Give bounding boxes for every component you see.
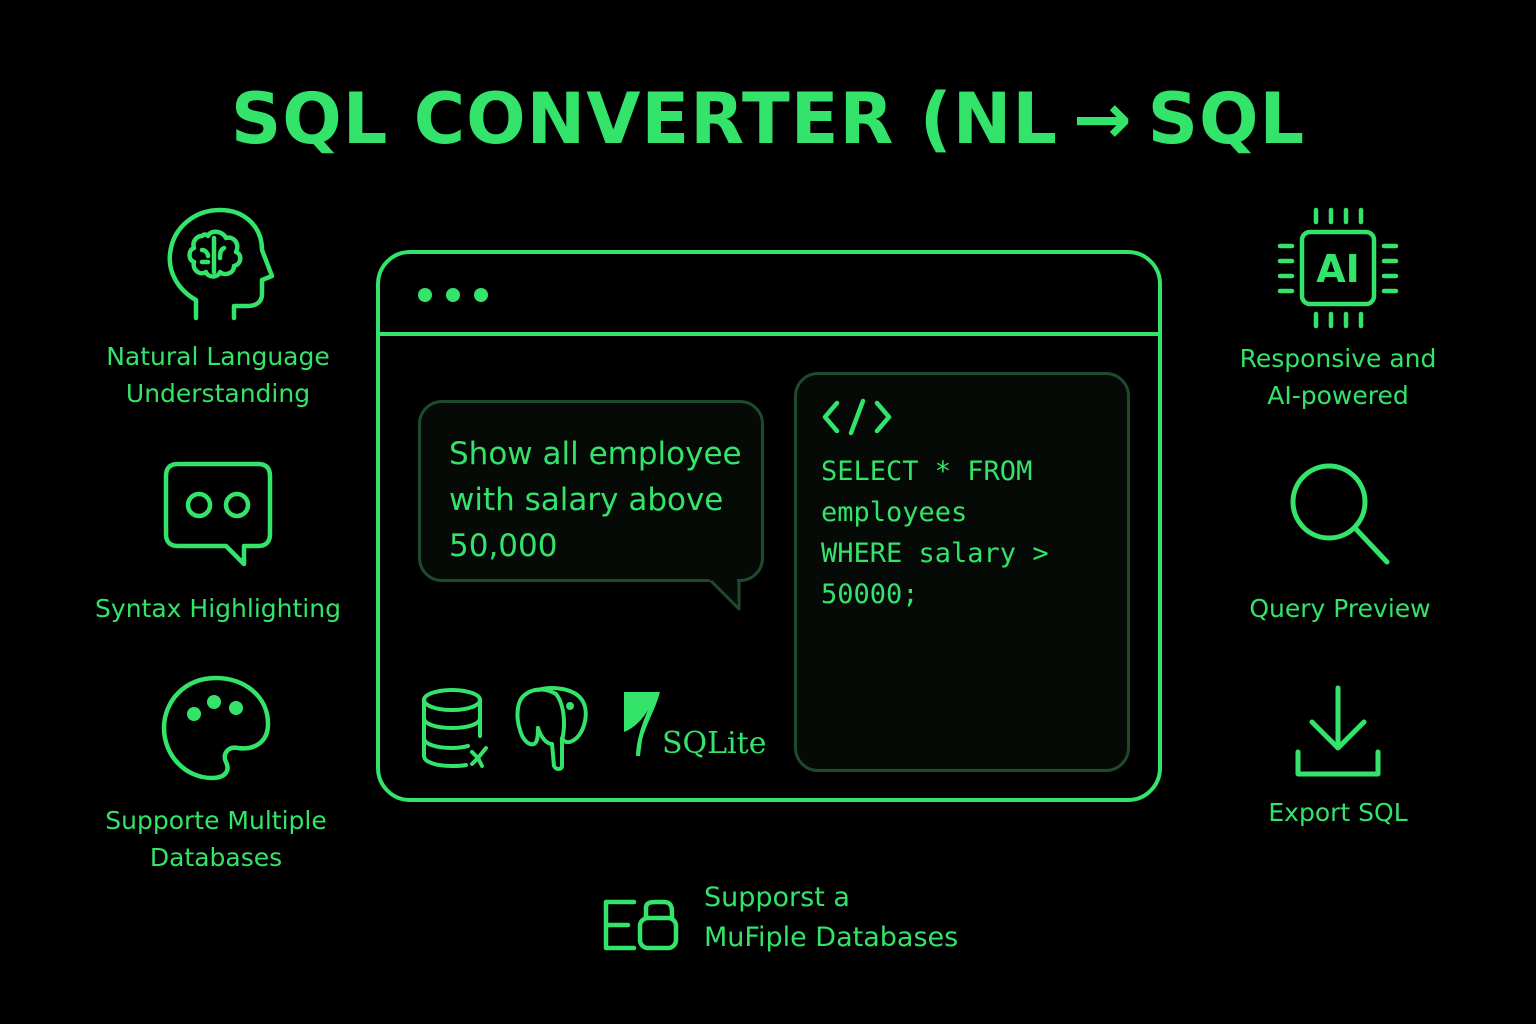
code-brackets-icon <box>822 398 892 436</box>
feature-multiple-databases: Supporte Multiple Databases <box>66 674 366 876</box>
window-dot <box>474 288 488 302</box>
magnifier-icon <box>1290 463 1390 565</box>
download-icon <box>1295 685 1381 777</box>
bubble-tail <box>709 579 741 611</box>
page: SQL CONVERTER (NL → SQL Natural Language… <box>0 0 1536 1024</box>
feature-nlu: Natural Language Understanding <box>68 206 368 412</box>
bottom-feature-label: Supporst a MuFiple Databases <box>704 882 959 953</box>
sql-code: SELECT * FROM employees WHERE salary > 5… <box>821 456 1049 610</box>
feature-label: Syntax Highlighting <box>95 594 341 623</box>
ai-chip-icon: AI <box>1277 207 1399 329</box>
window-dot <box>418 288 432 302</box>
feature-export-sql[interactable]: Export SQL <box>1188 684 1488 831</box>
window-titlebar <box>380 254 1158 336</box>
database-connect-icon <box>603 899 679 951</box>
sql-output-panel: SELECT * FROM employees WHERE salary > 5… <box>794 372 1130 772</box>
feature-syntax-highlighting: Syntax Highlighting <box>68 460 368 627</box>
app-window: Show all employee with salary above 50,0… <box>376 250 1162 802</box>
feature-label: Natural Language Understanding <box>106 342 330 408</box>
feature-multiple-databases-bottom: Supporst a MuFiple Databases <box>600 874 1020 964</box>
brain-head-icon <box>167 207 275 321</box>
feature-label: Responsive and AI-powered <box>1239 344 1437 410</box>
page-title: SQL CONVERTER (NL → SQL <box>230 78 1306 160</box>
feature-label: Supporte Multiple Databases <box>105 806 327 872</box>
input-text: Show all employee with salary above 50,0… <box>449 436 742 564</box>
feature-query-preview: Query Preview <box>1190 460 1490 627</box>
postgresql-elephant-icon[interactable] <box>512 684 592 774</box>
natural-language-input[interactable]: Show all employee with salary above 50,0… <box>418 400 764 611</box>
window-dot <box>446 288 460 302</box>
database-icon[interactable] <box>420 686 492 770</box>
speech-bubble-icon <box>163 461 273 567</box>
svg-text:AI: AI <box>1316 247 1360 291</box>
sqlite-label: SQLite <box>662 726 767 761</box>
feature-label: Query Preview <box>1249 594 1431 623</box>
palette-icon <box>161 675 271 781</box>
feature-label: Export SQL <box>1268 798 1408 827</box>
feature-ai-powered: AI Responsive and AI-powered <box>1188 206 1488 414</box>
sqlite-feather-icon[interactable] <box>620 688 668 760</box>
